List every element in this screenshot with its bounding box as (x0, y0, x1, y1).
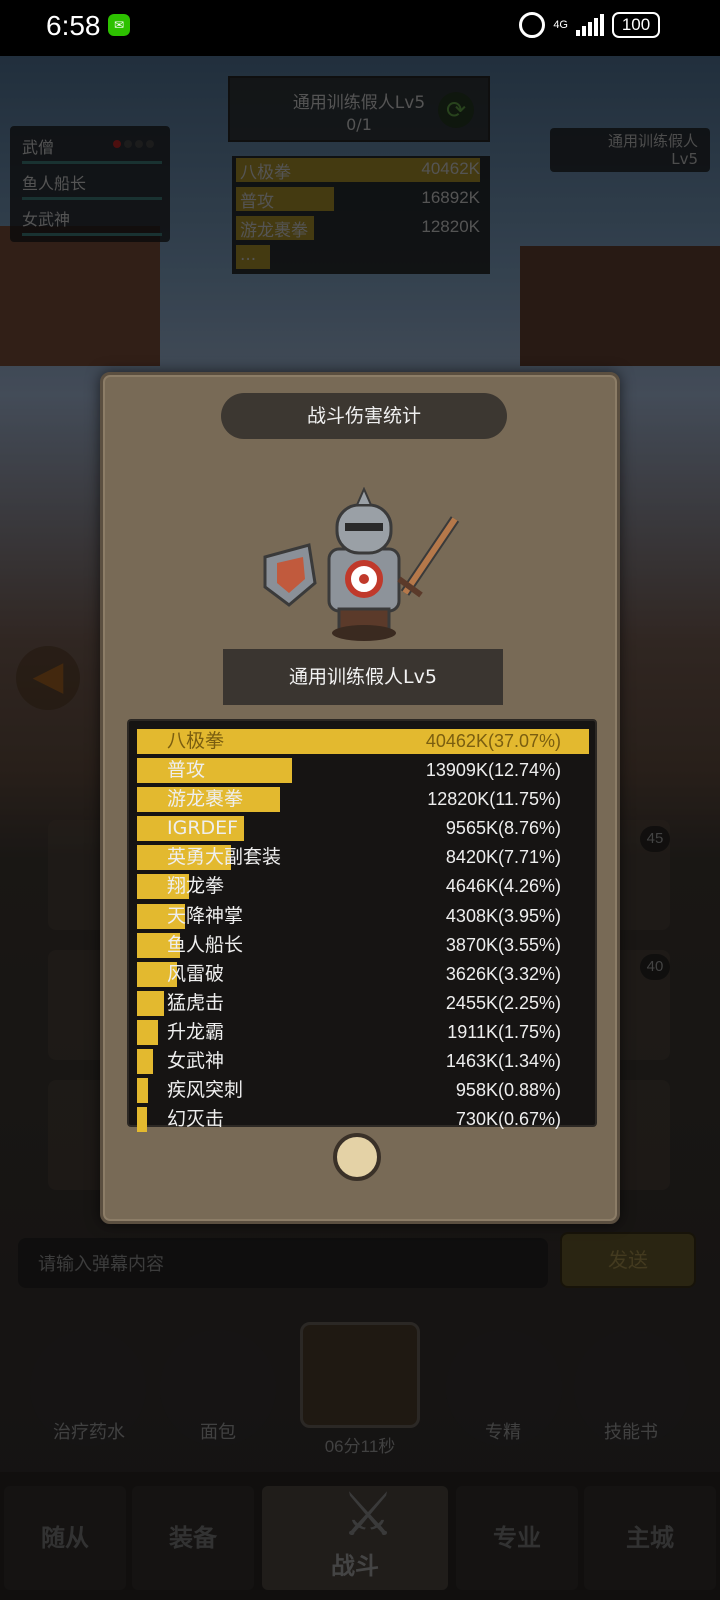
damage-value: 4646K(4.26%) (445, 876, 561, 897)
damage-source-name: 天降神掌 (167, 904, 244, 927)
modal-title: 战斗伤害统计 (221, 393, 507, 439)
damage-row: 普攻 13909K(12.74%) (133, 756, 591, 785)
damage-source-name: 猛虎击 (167, 991, 225, 1014)
damage-row: 天降神掌 4308K(3.95%) (133, 902, 591, 931)
damage-stats-list[interactable]: 八极拳 40462K(37.07%) 普攻 13909K(12.74%) 游龙裹拳 128… (127, 719, 597, 1133)
damage-row: 女武神 1463K(1.34%) (133, 1047, 591, 1076)
damage-source-name: 鱼人船长 (167, 933, 244, 956)
damage-value: 4308K(3.95%) (445, 905, 561, 926)
damage-value: 3870K(3.55%) (445, 934, 561, 955)
damage-value: 3626K(3.32%) (445, 963, 561, 984)
status-bar: 6:58 ✉ 4G 100 (0, 0, 720, 56)
damage-value: 9565K(8.76%) (445, 818, 561, 839)
damage-row: 风雷破 3626K(3.32%) (133, 960, 591, 989)
damage-value: 8420K(7.71%) (445, 847, 561, 868)
wechat-icon: ✉ (108, 14, 130, 36)
signal-icon (576, 14, 604, 36)
damage-row: 幻灭击 730K(0.67%) (133, 1105, 591, 1134)
damage-source-name: 女武神 (167, 1050, 225, 1073)
damage-bar (137, 1049, 154, 1075)
damage-row: 翔龙拳 4646K(4.26%) (133, 872, 591, 901)
damage-row: 鱼人船长 3870K(3.55%) (133, 931, 591, 960)
damage-source-name: 英勇大副套装 (167, 846, 282, 869)
damage-source-name: 升龙霸 (167, 1020, 225, 1043)
damage-row: 升龙霸 1911K(1.75%) (133, 1018, 591, 1047)
damage-source-name: 风雷破 (167, 962, 225, 985)
damage-value: 958K(0.88%) (455, 1080, 561, 1101)
status-icons: 4G 100 (519, 12, 660, 38)
damage-bar (137, 990, 165, 1016)
damage-row: 八极拳 40462K(37.07%) (133, 727, 591, 756)
damage-source-name: 游龙裹拳 (167, 788, 244, 811)
damage-stats-modal: 战斗伤害统计 通用训练假人Lv5 八极拳 40462K(37.07%) 普攻 1390… (100, 372, 620, 1224)
damage-row: 英勇大副套装 8420K(7.71%) (133, 843, 591, 872)
damage-value: 12820K(11.75%) (427, 789, 561, 810)
alarm-icon (519, 12, 546, 38)
damage-row: 猛虎击 2455K(2.25%) (133, 989, 591, 1018)
damage-value: 40462K(37.07%) (425, 731, 561, 751)
damage-row: 疾风突刺 958K(0.88%) (133, 1076, 591, 1105)
training-dummy-knight-icon (263, 487, 460, 641)
damage-source-name: 八极拳 (167, 730, 225, 752)
damage-source-name: IGRDEF (167, 817, 239, 840)
damage-bar (137, 1107, 147, 1133)
damage-bar (137, 758, 293, 784)
damage-bar (137, 1019, 159, 1045)
damage-source-name: 疾风突刺 (167, 1079, 244, 1102)
damage-row: IGRDEF 9565K(8.76%) (133, 814, 591, 843)
damage-value: 13909K(12.74%) (425, 760, 561, 781)
damage-source-name: 普攻 (167, 759, 206, 782)
damage-value: 1911K(1.75%) (447, 1021, 561, 1042)
damage-source-name: 翔龙拳 (167, 875, 225, 898)
status-time: 6:58 (46, 10, 101, 41)
damage-bar (137, 1078, 148, 1104)
damage-value: 730K(0.67%) (455, 1109, 561, 1130)
network-label: 4G (553, 19, 568, 31)
damage-value: 2455K(2.25%) (445, 992, 561, 1013)
damage-source-name: 幻灭击 (167, 1108, 225, 1131)
damage-row: 游龙裹拳 12820K(11.75%) (133, 785, 591, 814)
close-button[interactable] (333, 1133, 381, 1181)
boss-name: 通用训练假人Lv5 (223, 649, 503, 705)
damage-value: 1463K(1.34%) (445, 1051, 561, 1072)
battery-icon: 100 (612, 12, 660, 38)
